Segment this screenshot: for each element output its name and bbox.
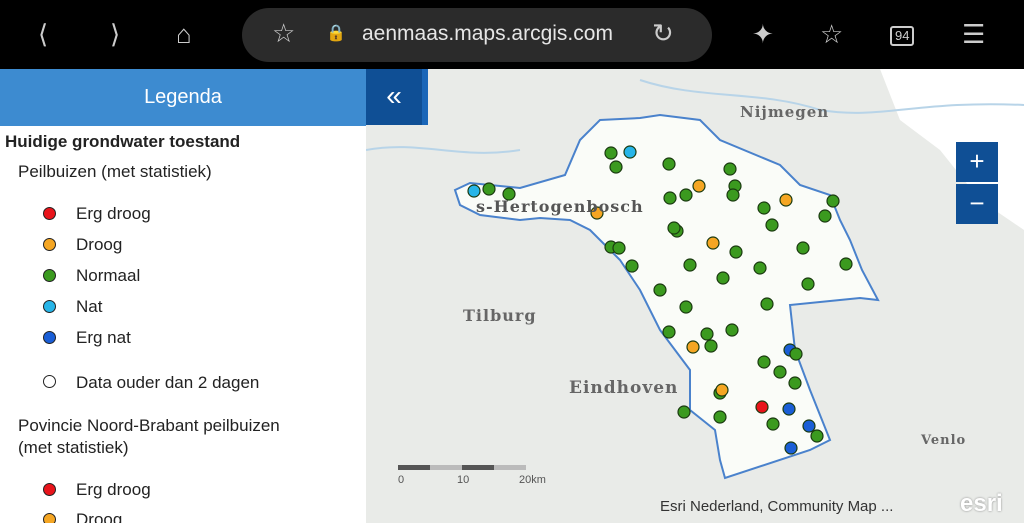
legend-title: Legenda: [0, 69, 366, 126]
groundwater-marker[interactable]: [760, 297, 774, 311]
legend-symbol: [43, 238, 56, 251]
url-text[interactable]: aenmaas.maps.arcgis.com: [362, 22, 613, 46]
groundwater-marker[interactable]: [467, 184, 481, 198]
zoom-in-button[interactable]: +: [956, 142, 998, 182]
city-label: Tilburg: [463, 306, 537, 325]
scale-label: 20km: [519, 474, 546, 486]
groundwater-marker[interactable]: [723, 162, 737, 176]
groundwater-marker[interactable]: [667, 221, 681, 235]
tabs-count[interactable]: 94: [890, 26, 915, 46]
groundwater-marker[interactable]: [700, 327, 714, 341]
old-data-symbol: [43, 375, 56, 388]
groundwater-marker[interactable]: [625, 259, 639, 273]
groundwater-marker[interactable]: [810, 429, 824, 443]
groundwater-marker[interactable]: [704, 339, 718, 353]
favorites-icon[interactable]: ☆: [820, 18, 843, 50]
city-label: Nijmegen: [740, 103, 830, 121]
groundwater-marker[interactable]: [623, 145, 637, 159]
groundwater-marker[interactable]: [773, 365, 787, 379]
legend-symbol: [43, 300, 56, 313]
groundwater-marker[interactable]: [818, 209, 832, 223]
groundwater-marker[interactable]: [826, 194, 840, 208]
legend-item-label: Droog: [76, 510, 123, 523]
legend-panel: Legenda Huidige grondwater toestand Peil…: [0, 69, 366, 523]
old-data-label: Data ouder dan 2 dagen: [76, 373, 260, 392]
legend-symbol: [43, 207, 56, 220]
groundwater-marker[interactable]: [796, 241, 810, 255]
city-label: Venlo: [921, 433, 967, 448]
menu-icon[interactable]: ☰: [962, 18, 985, 50]
groundwater-marker[interactable]: [779, 193, 793, 207]
groundwater-marker[interactable]: [766, 417, 780, 431]
groundwater-marker[interactable]: [839, 257, 853, 271]
legend-item-label: Erg nat: [76, 328, 131, 347]
groundwater-marker[interactable]: [784, 441, 798, 455]
legend-symbol: [43, 331, 56, 344]
groundwater-marker[interactable]: [801, 277, 815, 291]
group2-subtitle: (met statistiek): [18, 438, 129, 457]
groundwater-marker[interactable]: [753, 261, 767, 275]
groundwater-marker[interactable]: [729, 245, 743, 259]
groundwater-marker[interactable]: [725, 323, 739, 337]
groundwater-marker[interactable]: [679, 188, 693, 202]
legend-item-label: Nat: [76, 297, 103, 316]
bookmark-star-icon[interactable]: ☆: [272, 17, 295, 49]
groundwater-marker[interactable]: [757, 355, 771, 369]
legend-item-label: Normaal: [76, 266, 141, 285]
groundwater-marker[interactable]: [757, 201, 771, 215]
legend-symbol: [43, 513, 56, 523]
groundwater-marker[interactable]: [715, 383, 729, 397]
groundwater-marker[interactable]: [713, 410, 727, 424]
groundwater-marker[interactable]: [765, 218, 779, 232]
legend-item-label: Erg droog: [76, 204, 151, 223]
scale-bar: [398, 465, 526, 470]
groundwater-marker[interactable]: [788, 376, 802, 390]
section-title: Huidige grondwater toestand: [5, 132, 241, 151]
map-view[interactable]: Nijmegen s-Hertogenbosch Tilburg Eindhov…: [366, 69, 1024, 523]
home-icon[interactable]: ⌂: [176, 18, 192, 50]
groundwater-marker[interactable]: [686, 340, 700, 354]
groundwater-marker[interactable]: [482, 182, 496, 196]
back-icon[interactable]: ⟨: [38, 18, 48, 50]
zoom-out-button[interactable]: −: [956, 184, 998, 224]
forward-icon[interactable]: ⟩: [110, 18, 120, 50]
groundwater-marker[interactable]: [782, 402, 796, 416]
attribution: Esri Nederland, Community Map ...: [660, 498, 894, 515]
groundwater-marker[interactable]: [789, 347, 803, 361]
groundwater-marker[interactable]: [604, 146, 618, 160]
esri-logo: esri: [960, 490, 1003, 517]
reload-icon[interactable]: ↻: [652, 17, 674, 49]
groundwater-marker[interactable]: [802, 419, 816, 433]
groundwater-marker[interactable]: [692, 179, 706, 193]
scale-label: 0: [398, 474, 405, 486]
group-title: Peilbuizen (met statistiek): [18, 162, 212, 181]
groundwater-marker[interactable]: [679, 300, 693, 314]
city-label: s-Hertogenbosch: [476, 197, 644, 216]
groundwater-marker[interactable]: [755, 400, 769, 414]
groundwater-marker[interactable]: [662, 325, 676, 339]
lock-icon: 🔒: [326, 25, 346, 42]
groundwater-marker[interactable]: [706, 236, 720, 250]
address-bar[interactable]: ☆ 🔒 aenmaas.maps.arcgis.com ↻: [242, 8, 712, 62]
groundwater-marker[interactable]: [609, 160, 623, 174]
groundwater-marker[interactable]: [663, 191, 677, 205]
legend-item-label: Droog: [76, 235, 123, 254]
groundwater-marker[interactable]: [716, 271, 730, 285]
groundwater-marker[interactable]: [726, 188, 740, 202]
city-label: Eindhoven: [569, 378, 679, 398]
collapse-legend-button[interactable]: «: [366, 69, 428, 125]
legend-symbol: [43, 269, 56, 282]
groundwater-marker[interactable]: [683, 258, 697, 272]
scale-label: 10: [457, 474, 470, 486]
groundwater-marker[interactable]: [662, 157, 676, 171]
sparkle-icon[interactable]: ✦: [752, 18, 774, 50]
groundwater-marker[interactable]: [653, 283, 667, 297]
legend-item-label: Erg droog: [76, 480, 151, 499]
map-basemap: [366, 69, 1024, 523]
groundwater-marker[interactable]: [677, 405, 691, 419]
browser-toolbar: ⟨ ⟩ ⌂ ☆ 🔒 aenmaas.maps.arcgis.com ↻ ✦ ☆ …: [0, 0, 1024, 68]
groundwater-marker[interactable]: [612, 241, 626, 255]
legend-symbol: [43, 483, 56, 496]
group2-title: Povincie Noord-Brabant peilbuizen: [18, 416, 280, 435]
